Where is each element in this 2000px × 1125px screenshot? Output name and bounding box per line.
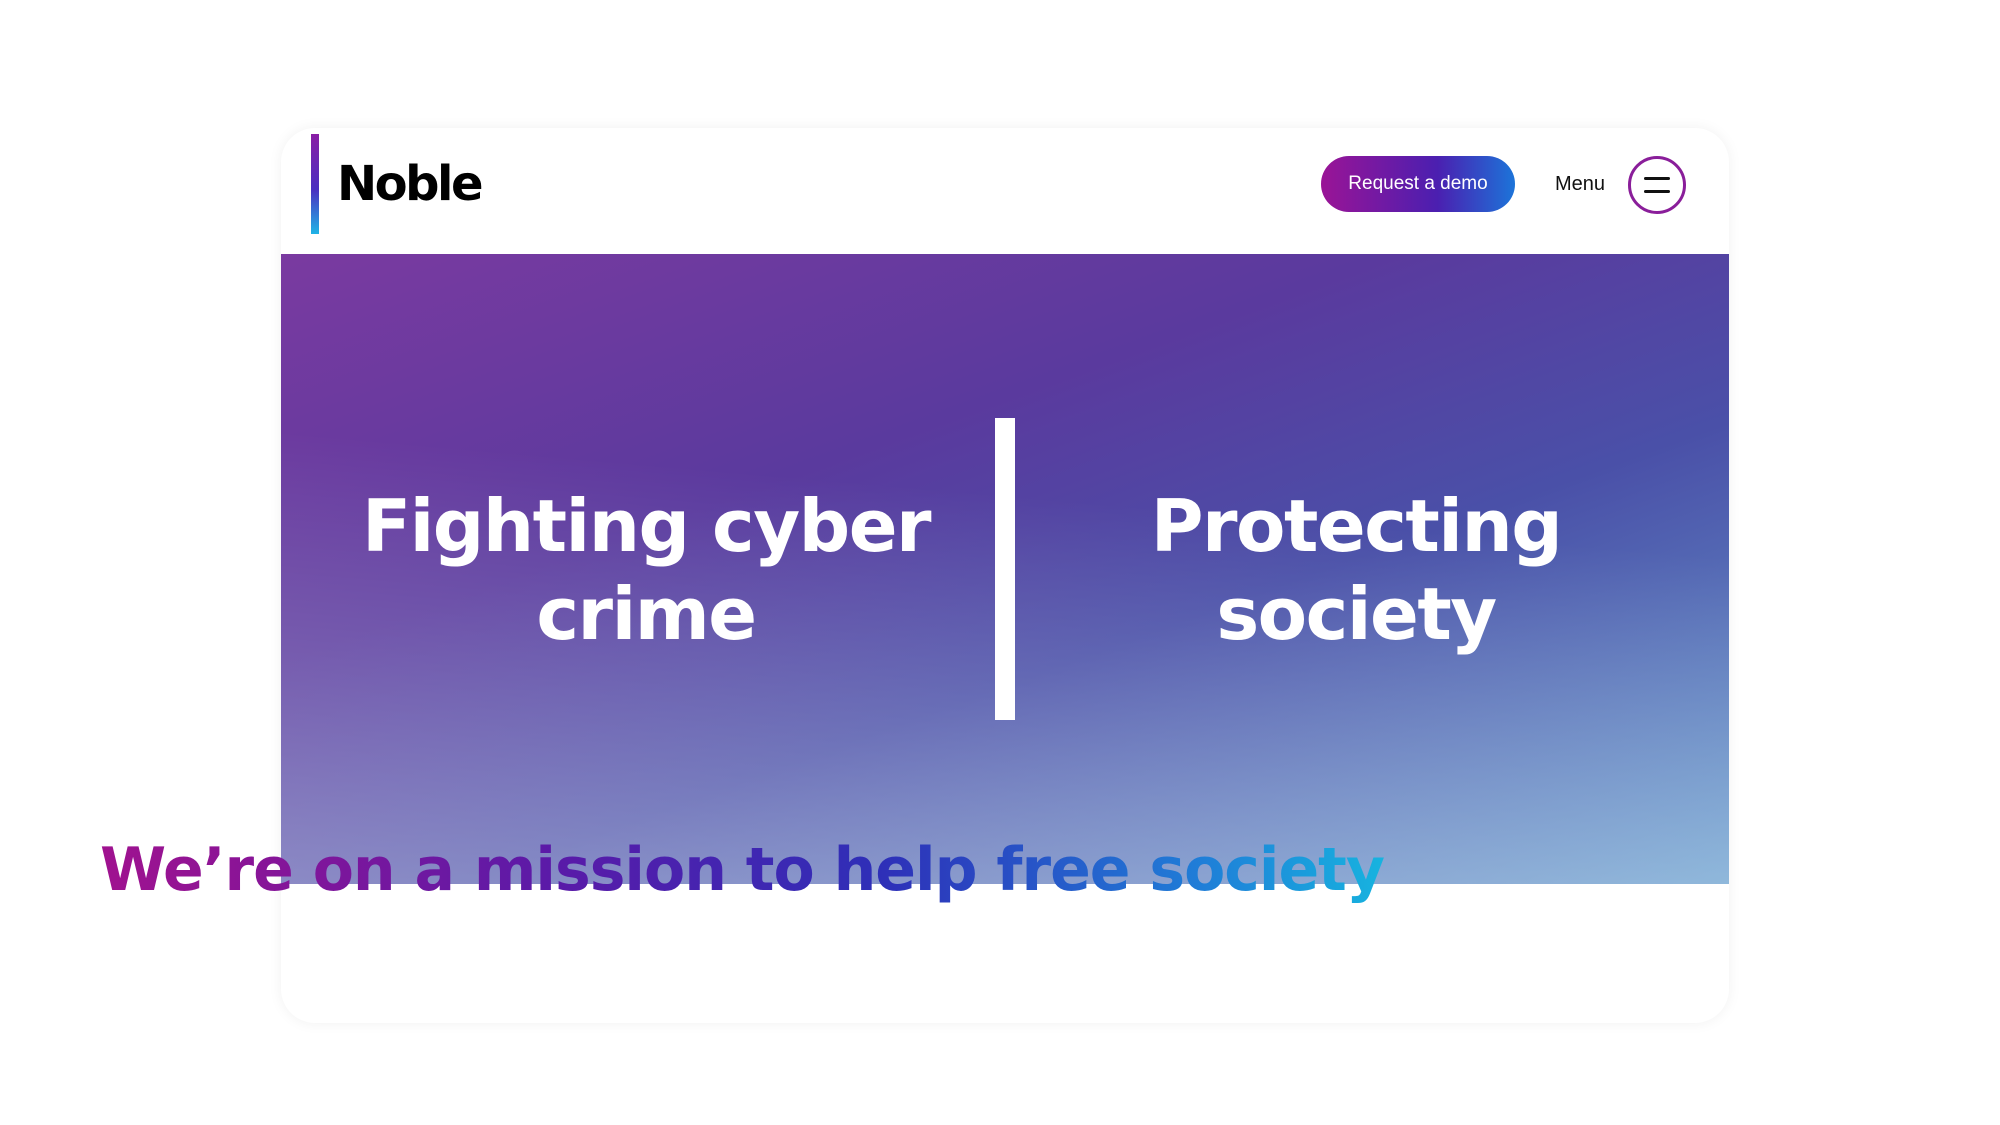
logo[interactable]: Noble [311, 134, 484, 234]
hero-heading-left: Fighting cyber crime [361, 484, 932, 656]
site-header: Noble Request a demo Menu [281, 128, 1729, 254]
hamburger-icon [1644, 177, 1670, 180]
hamburger-icon-line [1644, 190, 1670, 193]
logo-accent-bar [311, 134, 319, 234]
hero-banner: Fighting cyber crime Protecting society [281, 254, 1729, 884]
menu-button[interactable] [1628, 156, 1686, 214]
logo-wordmark: Noble [337, 156, 484, 212]
mission-heading: We’re on a mission to help free society [100, 835, 1400, 905]
hero-divider [995, 418, 1015, 720]
hero-heading-right: Protecting society [1150, 484, 1563, 656]
menu-label[interactable]: Menu [1555, 156, 1605, 212]
request-demo-button[interactable]: Request a demo [1321, 156, 1515, 212]
